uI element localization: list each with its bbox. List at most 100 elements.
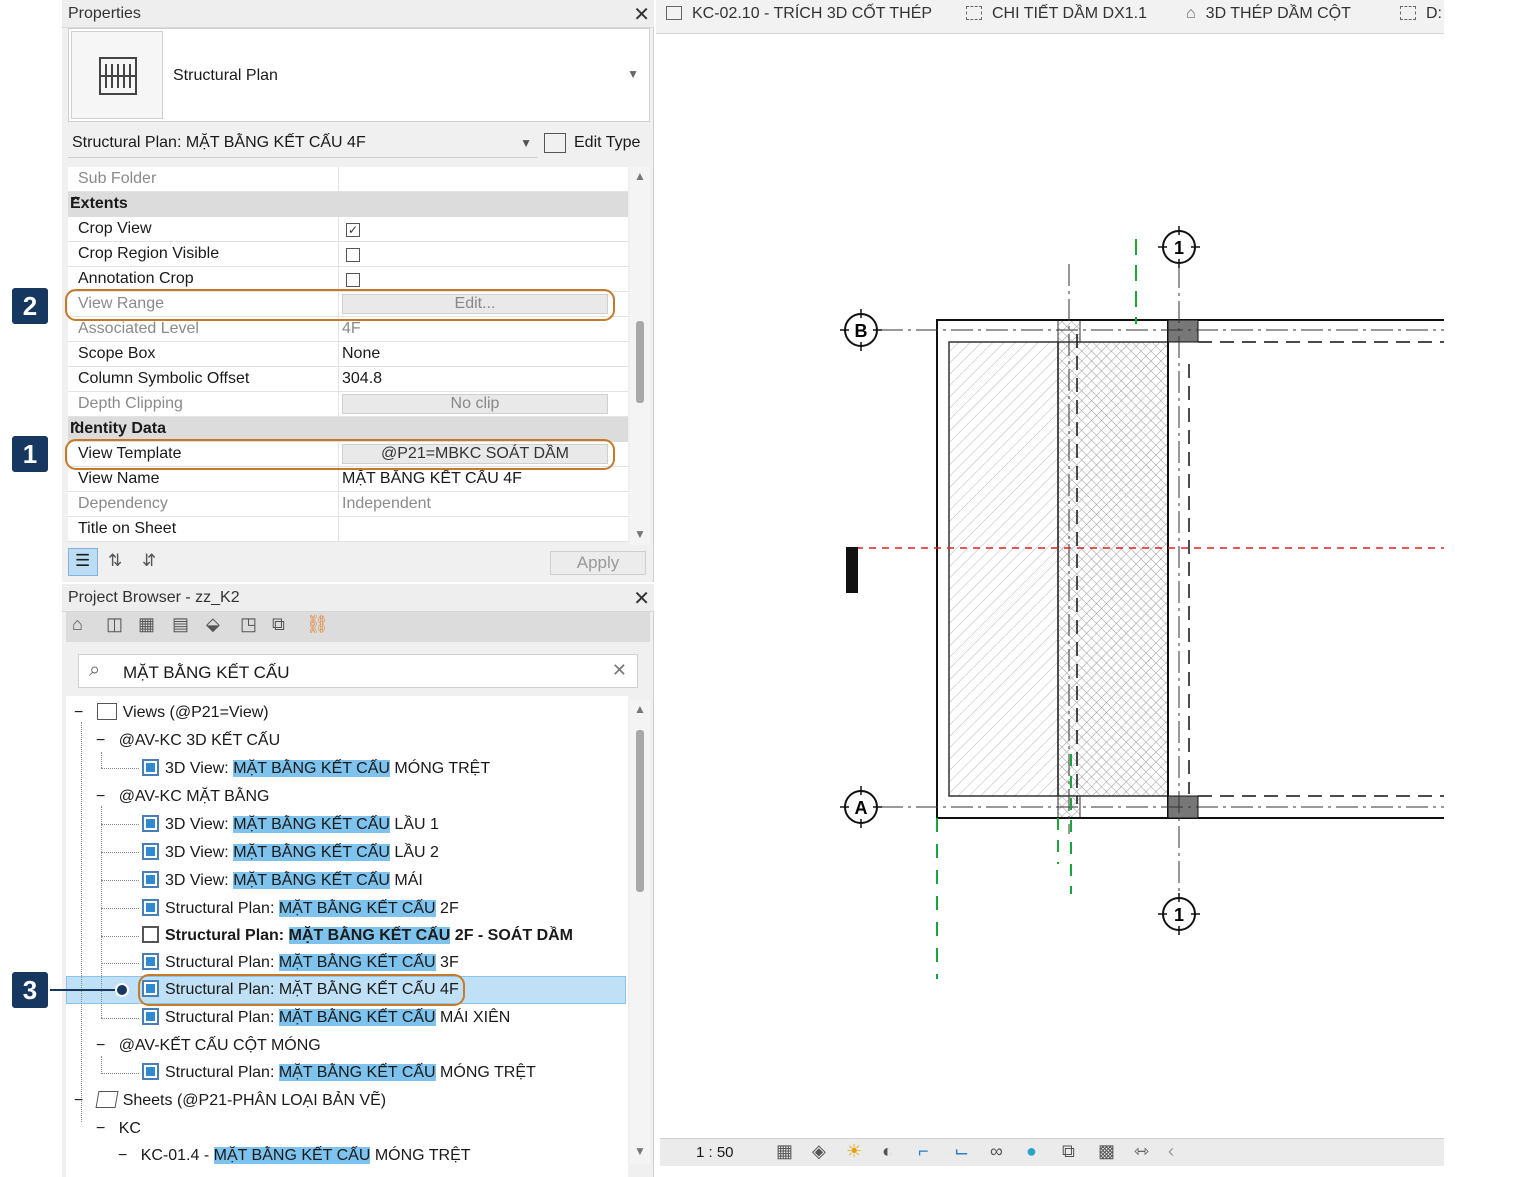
home-icon[interactable]: ⌂: [72, 614, 83, 635]
collapse-icon[interactable]: −: [96, 732, 105, 749]
categorize-icon[interactable]: ☰: [68, 548, 98, 576]
tree-label: KC: [118, 1120, 141, 1137]
worksharing-icon[interactable]: ⧉: [1062, 1141, 1075, 1162]
legend-icon[interactable]: ▦: [138, 614, 155, 635]
chevron-left-icon[interactable]: ‹: [1168, 1141, 1174, 1162]
tree-group-3d[interactable]: − @AV-KC 3D KẾT CẤU: [96, 728, 280, 754]
search-match: MẶT BẰNG KẾT CẤU: [288, 927, 451, 944]
search-match: MẶT BẰNG KẾT CẤU: [233, 816, 390, 833]
clear-search-icon[interactable]: ✕: [612, 660, 627, 681]
shadows-icon[interactable]: ◐: [882, 1141, 893, 1162]
sheet-icon[interactable]: ⬙: [206, 614, 220, 635]
scope-box-value[interactable]: None: [342, 345, 380, 363]
collapse-icon[interactable]: ⌃: [70, 419, 622, 436]
section-head[interactable]: [846, 547, 858, 593]
tree-item[interactable]: 3D View: MẶT BẰNG KẾT CẤU MÓNG TRỆT: [142, 756, 490, 782]
tab-d[interactable]: D:: [1400, 5, 1442, 23]
tree-item[interactable]: Structural Plan: MẶT BẰNG KẾT CẤU MÁI XI…: [142, 1005, 510, 1031]
tab-chi-tiet-dam[interactable]: CHI TIẾT DẦM DX1.1: [966, 5, 1147, 23]
tree-item-sheet[interactable]: − KC-01.4 - MẶT BẰNG KẾT CẤU MÓNG TRỆT: [118, 1143, 471, 1169]
properties-scrollbar[interactable]: ▲ ▼: [630, 167, 650, 545]
link-icon[interactable]: ⛓: [306, 614, 329, 635]
reveal-hidden-icon[interactable]: ●: [1026, 1141, 1037, 1162]
apply-button[interactable]: Apply: [550, 551, 646, 575]
view-icon[interactable]: ◫: [106, 614, 123, 635]
collapse-icon[interactable]: −: [74, 704, 83, 721]
crop-region-checkbox[interactable]: [346, 248, 360, 262]
tree-item-active-view[interactable]: Structural Plan: MẶT BẰNG KẾT CẤU 2F - S…: [142, 923, 573, 949]
scroll-up-icon[interactable]: ▲: [634, 702, 646, 716]
close-icon[interactable]: ✕: [633, 586, 650, 611]
view-tab-bar: KC-02.10 - TRÍCH 3D CỐT THÉP CHI TIẾT DẦ…: [656, 0, 1444, 34]
scroll-down-icon[interactable]: ▼: [634, 527, 646, 541]
crop-view-checkbox[interactable]: ✓: [346, 223, 360, 237]
collapse-icon[interactable]: −: [74, 1092, 83, 1109]
tree-views-root[interactable]: − Views (@P21=View): [74, 700, 269, 726]
scroll-up-icon[interactable]: ▲: [634, 169, 646, 183]
temporary-hide-icon[interactable]: ∞: [990, 1141, 1003, 1162]
highlight-displacement-icon[interactable]: ⇿: [1134, 1141, 1149, 1162]
collapse-icon[interactable]: ⌃: [70, 194, 622, 211]
collapse-icon[interactable]: −: [96, 1037, 105, 1054]
grid-bubble-a[interactable]: A: [840, 786, 882, 828]
tab-3d-thep[interactable]: ⌂ 3D THÉP DẦM CỘT: [1186, 5, 1351, 23]
beam-region-hatch[interactable]: [1057, 341, 1169, 797]
collapse-icon[interactable]: −: [96, 1120, 105, 1137]
properties-header: Properties ✕: [62, 0, 654, 28]
tree-sheets-root[interactable]: − Sheets (@P21-PHÂN LOẠI BẢN VẼ): [74, 1088, 386, 1114]
edit-type-button[interactable]: Edit Type: [544, 130, 648, 158]
visual-style-icon[interactable]: ◈: [812, 1141, 826, 1162]
browser-scrollbar[interactable]: ▲ ▼: [630, 700, 650, 1164]
grid-bubble-b[interactable]: B: [840, 309, 882, 351]
browser-search-input[interactable]: ⌕ MẶT BẰNG KẾT CẤU ✕: [78, 654, 638, 688]
tree-item[interactable]: 3D View: MẶT BẰNG KẾT CẤU LẦU 1: [142, 812, 439, 838]
close-icon[interactable]: ✕: [633, 2, 650, 27]
search-icon: ⌕: [89, 659, 101, 681]
type-selector[interactable]: Structural Plan ▼: [68, 28, 650, 122]
crop-view-icon[interactable]: ⌐: [918, 1141, 929, 1162]
annotation-crop-checkbox[interactable]: [346, 273, 360, 287]
slab-region-hatch[interactable]: [948, 341, 1059, 797]
tree-group-plans[interactable]: − @AV-KC MẶT BẰNG: [96, 784, 269, 810]
instance-selector[interactable]: Structural Plan: MẶT BẰNG KẾT CẤU 4F ▼: [68, 128, 538, 158]
drawing-canvas[interactable]: B A 1 1: [656, 34, 1444, 1138]
chevron-down-icon[interactable]: ▼: [627, 67, 639, 81]
view-control-bar: 1 : 50 ▦ ◈ ☀ ◐ ⌐ ⌙ ∞ ● ⧉ ▩ ⇿ ‹: [660, 1138, 1444, 1166]
tree-label: Views (@P21=View): [122, 704, 269, 721]
group-extents[interactable]: Extents ⌃: [68, 192, 628, 217]
group-icon[interactable]: ⧉: [272, 614, 285, 635]
column[interactable]: [1167, 319, 1199, 343]
tree-item[interactable]: Structural Plan: MẶT BẰNG KẾT CẤU 2F: [142, 896, 459, 922]
tree-label: Sheets (@P21-PHÂN LOẠI BẢN VẼ): [122, 1092, 387, 1109]
collapse-icon[interactable]: −: [96, 788, 105, 805]
tree-item[interactable]: 3D View: MẶT BẰNG KẾT CẤU MÁI: [142, 868, 423, 894]
analytical-model-icon[interactable]: ▩: [1098, 1141, 1115, 1162]
grid-bubble-1-top[interactable]: 1: [1158, 226, 1200, 268]
section-icon: [966, 6, 982, 20]
scroll-thumb[interactable]: [636, 321, 644, 403]
tree-item[interactable]: 3D View: MẶT BẰNG KẾT CẤU LẦU 2: [142, 840, 439, 866]
depth-clipping-button[interactable]: No clip: [342, 394, 608, 414]
scroll-thumb[interactable]: [636, 730, 644, 892]
tree-label-suffix: MÓNG TRỆT: [370, 1147, 471, 1164]
section-icon: [1400, 6, 1416, 20]
crop-region-icon[interactable]: ⌙: [954, 1141, 969, 1162]
view-template-highlight: [65, 439, 615, 470]
collapse-icon[interactable]: −: [118, 1147, 127, 1164]
detail-level-icon[interactable]: ▦: [776, 1141, 793, 1162]
schedule-icon[interactable]: ▤: [172, 614, 189, 635]
tree-group-foundation[interactable]: − @AV-KẾT CẤU CỘT MÓNG: [96, 1033, 321, 1059]
scale-selector[interactable]: 1 : 50: [696, 1144, 734, 1161]
tree-group-kc[interactable]: − KC: [96, 1116, 141, 1142]
scroll-down-icon[interactable]: ▼: [634, 1144, 646, 1158]
column-offset-value[interactable]: 304.8: [342, 370, 382, 388]
tab-kc-02-10[interactable]: KC-02.10 - TRÍCH 3D CỐT THÉP: [666, 5, 932, 23]
sort-ascending-icon[interactable]: ⇅: [108, 551, 122, 571]
sun-path-icon[interactable]: ☀: [846, 1141, 862, 1162]
grid-bubble-1-bottom[interactable]: 1: [1158, 893, 1200, 935]
tree-item[interactable]: Structural Plan: MẶT BẰNG KẾT CẤU MÓNG T…: [142, 1060, 536, 1086]
view-name-value[interactable]: MẶT BẰNG KẾT CẤU 4F: [342, 470, 522, 488]
tree-item[interactable]: Structural Plan: MẶT BẰNG KẾT CẤU 3F: [142, 950, 459, 976]
family-icon[interactable]: ◳: [240, 614, 257, 635]
sort-descending-icon[interactable]: ⇵: [142, 551, 156, 571]
